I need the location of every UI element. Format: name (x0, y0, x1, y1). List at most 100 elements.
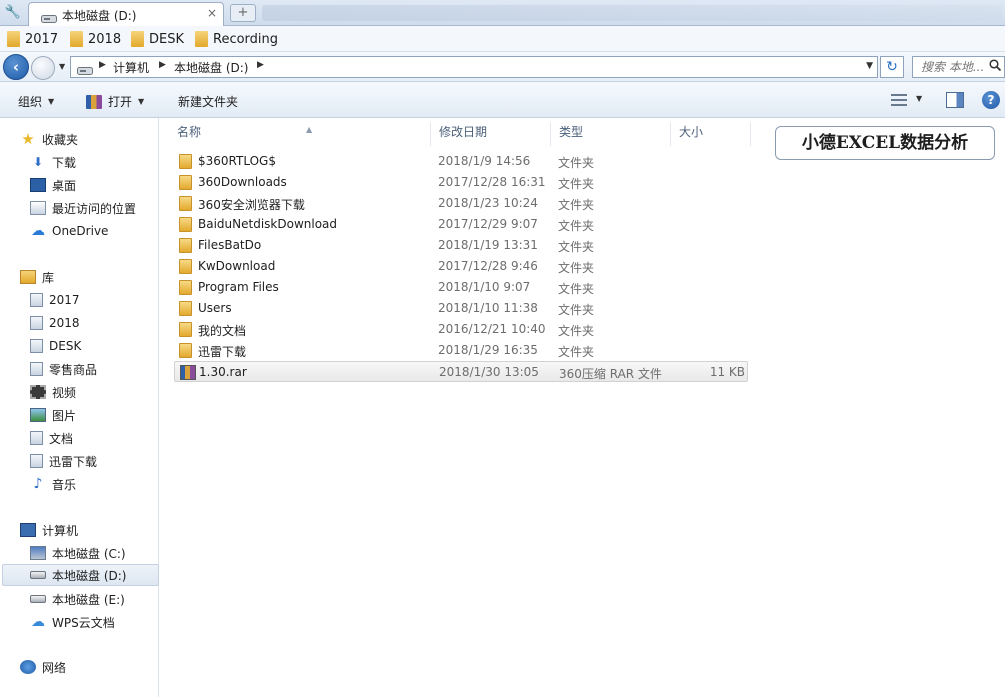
folder-icon (7, 31, 20, 47)
table-row[interactable]: 360Downloads 2017/12/28 16:31 文件夹 (174, 172, 748, 193)
file-name: 1.30.rar (199, 365, 247, 379)
cloud-icon: ☁ (31, 223, 45, 239)
search-box[interactable] (912, 56, 1005, 78)
search-input[interactable] (921, 60, 987, 74)
recent-places-icon (30, 201, 46, 215)
chevron-down-icon[interactable]: ▼ (866, 61, 873, 71)
file-name: 我的文档 (198, 324, 247, 338)
bookmarks-bar: 2017 2018 DESK Recording (0, 26, 1005, 52)
organize-button[interactable]: 组织 ▼ (18, 93, 54, 110)
desktop-icon (30, 178, 46, 192)
table-row[interactable]: FilesBatDo 2018/1/19 13:31 文件夹 (174, 235, 748, 256)
file-type: 文件夹 (558, 240, 595, 254)
file-type: 文件夹 (558, 324, 595, 338)
folder-icon (179, 175, 192, 190)
column-header-name[interactable]: ▲ 名称 (169, 122, 431, 146)
magnifier-icon[interactable] (989, 59, 1002, 75)
cloud-icon: ☁ (31, 614, 45, 630)
file-type: 文件夹 (558, 156, 595, 170)
document-icon (30, 431, 43, 445)
sidebar-item-disk-d[interactable]: 本地磁盘 (D:) (2, 564, 159, 586)
column-header-type[interactable]: 类型 (551, 122, 671, 146)
file-date: 2018/1/10 9:07 (438, 280, 531, 294)
tab-label: 本地磁盘 (D:) (62, 9, 137, 23)
bookmark-2017[interactable]: 2017 (7, 30, 58, 48)
new-folder-button[interactable]: 新建文件夹 (178, 93, 238, 110)
sidebar-group-computer[interactable]: 计算机 (20, 519, 177, 541)
refresh-icon[interactable]: ↻ (880, 56, 904, 78)
file-name: KwDownload (198, 259, 276, 273)
table-row[interactable]: KwDownload 2017/12/28 9:46 文件夹 (174, 256, 748, 277)
file-name: BaiduNetdiskDownload (198, 217, 338, 231)
rar-archive-icon (86, 94, 102, 109)
folder-icon (179, 196, 192, 211)
folder-icon (179, 280, 192, 295)
table-row[interactable]: $360RTLOG$ 2018/1/9 14:56 文件夹 (174, 151, 748, 172)
table-row[interactable]: 360安全浏览器下载 2018/1/23 10:24 文件夹 (174, 193, 748, 214)
file-type: 文件夹 (558, 345, 595, 359)
bookmark-2018[interactable]: 2018 (70, 30, 121, 48)
view-options-icon[interactable] (891, 94, 907, 106)
file-name: $360RTLOG$ (198, 154, 276, 168)
breadcrumb-local-disk-d[interactable]: 本地磁盘 (D:) (174, 59, 248, 76)
wrench-icon[interactable]: 🔧 (4, 4, 22, 22)
help-icon[interactable]: ? (982, 91, 1000, 109)
file-name: 360Downloads (198, 175, 287, 189)
file-type: 文件夹 (558, 303, 595, 317)
tab-local-disk-d[interactable]: 本地磁盘 (D:) × (28, 2, 224, 26)
navigation-bar: ‹ ▼ ▶ 计算机 ▶ 本地磁盘 (D:) ▶ ▼ ↻ (0, 52, 1005, 82)
file-type: 文件夹 (558, 261, 595, 275)
command-bar: 组织 ▼ 打开 ▼ 新建文件夹 ▼ ? (0, 82, 1005, 118)
music-note-icon: ♪ (33, 476, 43, 492)
file-name: FilesBatDo (198, 238, 262, 252)
navigation-pane: ★ 收藏夹 ⬇ 下载 桌面 最近访问的位置 ☁ OneDrive 库 2017 201… (0, 118, 159, 697)
new-tab-button[interactable]: + (230, 4, 256, 22)
forward-arrow-icon[interactable] (31, 56, 55, 80)
back-arrow-icon[interactable]: ‹ (3, 54, 29, 80)
sidebar-group-network[interactable]: 网络 (20, 656, 177, 678)
table-row[interactable]: 迅雷下载 2018/1/29 16:35 文件夹 (174, 340, 748, 361)
chevron-right-icon[interactable]: ▶ (159, 60, 166, 70)
sort-ascending-icon: ▲ (306, 125, 313, 134)
recent-pages-dropdown-icon[interactable]: ▼ (59, 62, 65, 71)
drive-icon (41, 12, 57, 26)
drive-icon (30, 571, 46, 579)
file-name: 360安全浏览器下载 (198, 198, 305, 212)
table-row[interactable]: BaiduNetdiskDownload 2017/12/29 9:07 文件夹 (174, 214, 748, 235)
star-icon: ★ (21, 130, 35, 148)
file-type: 文件夹 (558, 282, 595, 296)
bookmark-recording[interactable]: Recording (195, 30, 278, 48)
file-date: 2018/1/10 11:38 (438, 301, 538, 315)
computer-icon (20, 523, 36, 537)
address-bar[interactable]: ▶ 计算机 ▶ 本地磁盘 (D:) ▶ ▼ (70, 56, 878, 78)
close-icon[interactable]: × (207, 6, 217, 20)
chevron-right-icon[interactable]: ▶ (257, 60, 264, 70)
preview-pane-icon[interactable] (946, 92, 964, 108)
table-row[interactable]: Program Files 2018/1/10 9:07 文件夹 (174, 277, 748, 298)
file-date: 2018/1/9 14:56 (438, 154, 531, 168)
sidebar-group-favorites[interactable]: ★ 收藏夹 (20, 128, 177, 150)
download-icon: ⬇ (32, 155, 44, 169)
table-row[interactable]: Users 2018/1/10 11:38 文件夹 (174, 298, 748, 319)
document-icon (30, 362, 43, 376)
document-icon (30, 316, 43, 330)
bookmark-desk[interactable]: DESK (131, 30, 184, 48)
file-type: 文件夹 (558, 177, 595, 191)
column-header-date[interactable]: 修改日期 (431, 122, 551, 146)
document-icon (30, 339, 43, 353)
rar-archive-icon (180, 365, 196, 380)
file-name: Users (198, 301, 232, 315)
watermark-label: 小德EXCEL数据分析 (775, 126, 995, 160)
sidebar-group-libraries[interactable]: 库 (20, 266, 177, 288)
open-button[interactable]: 打开 ▼ (86, 93, 144, 110)
folder-icon (179, 154, 192, 169)
table-row[interactable]: 1.30.rar 2018/1/30 13:05 360压缩 RAR 文件 11… (174, 361, 748, 382)
file-date: 2016/12/21 10:40 (438, 322, 546, 336)
chevron-right-icon[interactable]: ▶ (99, 60, 106, 70)
table-row[interactable]: 我的文档 2016/12/21 10:40 文件夹 (174, 319, 748, 340)
network-icon (20, 660, 36, 674)
folder-icon (179, 217, 192, 232)
chevron-down-icon[interactable]: ▼ (916, 94, 922, 103)
breadcrumb-computer[interactable]: 计算机 (113, 59, 149, 76)
column-header-size[interactable]: 大小 (671, 122, 751, 146)
